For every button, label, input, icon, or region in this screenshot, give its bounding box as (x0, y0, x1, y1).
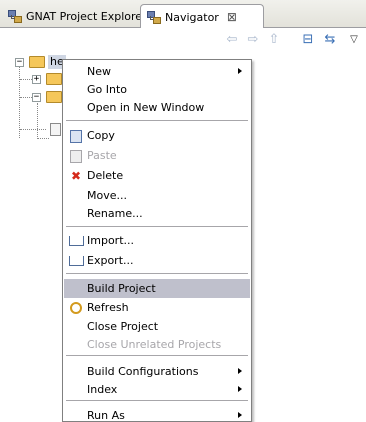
paste-icon (68, 148, 84, 164)
menu-item-run-as[interactable]: Run As (64, 406, 250, 421)
submenu-arrow-icon (238, 368, 242, 374)
menu-item-close-project[interactable]: Close Project (64, 317, 250, 336)
submenu-arrow-icon (238, 68, 242, 74)
menu-item-open-in-new-window[interactable]: Open in New Window (64, 98, 250, 117)
menu-item-close-unrelated-projects: Close Unrelated Projects (87, 338, 222, 351)
collapse-expander-icon[interactable]: − (15, 58, 24, 67)
collapse-expander-icon[interactable]: − (32, 93, 41, 102)
navigator-icon (8, 9, 22, 23)
menu-separator (66, 120, 248, 121)
menu-item-build-configurations[interactable]: Build Configurations (64, 362, 250, 381)
menu-item-rename[interactable]: Rename... (64, 204, 250, 223)
collapse-all-icon[interactable]: ⊟ (300, 31, 316, 47)
menu-separator (66, 273, 248, 274)
menu-item-delete[interactable]: ✖ Delete (64, 166, 250, 185)
link-with-editor-icon[interactable]: ⇆ (322, 31, 338, 47)
context-menu: New Go Into Open in New Window Copy Past… (62, 59, 252, 422)
expand-expander-icon[interactable]: + (32, 75, 41, 84)
project-folder-icon (29, 56, 45, 68)
import-icon (68, 233, 84, 249)
open-folder-icon (46, 91, 62, 103)
submenu-arrow-icon (238, 412, 242, 418)
submenu-arrow-icon (238, 386, 242, 392)
view-tab-bar: GNAT Project Explorer Navigator ⊠ (0, 0, 366, 29)
back-arrow-icon[interactable]: ⇦ (224, 31, 240, 47)
tab-gnat-project-explorer[interactable]: GNAT Project Explorer (2, 4, 147, 28)
menu-item-copy[interactable]: Copy (64, 126, 250, 145)
view-toolbar: ⇦ ⇨ ⇧ ⊟ ⇆ ▽ (0, 28, 366, 50)
close-icon[interactable]: ⊠ (227, 10, 237, 24)
menu-separator (66, 226, 248, 227)
refresh-icon (68, 300, 84, 316)
menu-item-paste: Paste (64, 146, 250, 165)
folder-icon (46, 73, 62, 85)
view-menu-icon[interactable]: ▽ (346, 31, 362, 47)
tab-label: Navigator (165, 10, 219, 24)
export-icon (68, 253, 84, 269)
tab-label: GNAT Project Explorer (26, 9, 147, 23)
forward-arrow-icon[interactable]: ⇨ (245, 31, 261, 47)
navigator-icon (147, 10, 161, 24)
menu-item-new[interactable]: New (64, 62, 250, 81)
menu-item-move[interactable]: Move... (64, 186, 250, 205)
menu-item-export[interactable]: Export... (64, 251, 250, 270)
menu-item-go-into[interactable]: Go Into (64, 80, 250, 99)
menu-item-import[interactable]: Import... (64, 231, 250, 250)
copy-icon (68, 128, 84, 144)
delete-icon: ✖ (70, 169, 82, 183)
menu-item-refresh[interactable]: Refresh (64, 298, 250, 317)
menu-separator (66, 355, 248, 356)
file-icon (50, 123, 61, 136)
tab-navigator[interactable]: Navigator ⊠ (140, 4, 264, 29)
menu-item-index[interactable]: Index (64, 380, 250, 399)
menu-separator (66, 400, 248, 401)
up-folder-icon[interactable]: ⇧ (266, 31, 282, 47)
menu-item-build-project[interactable]: Build Project (64, 279, 250, 298)
